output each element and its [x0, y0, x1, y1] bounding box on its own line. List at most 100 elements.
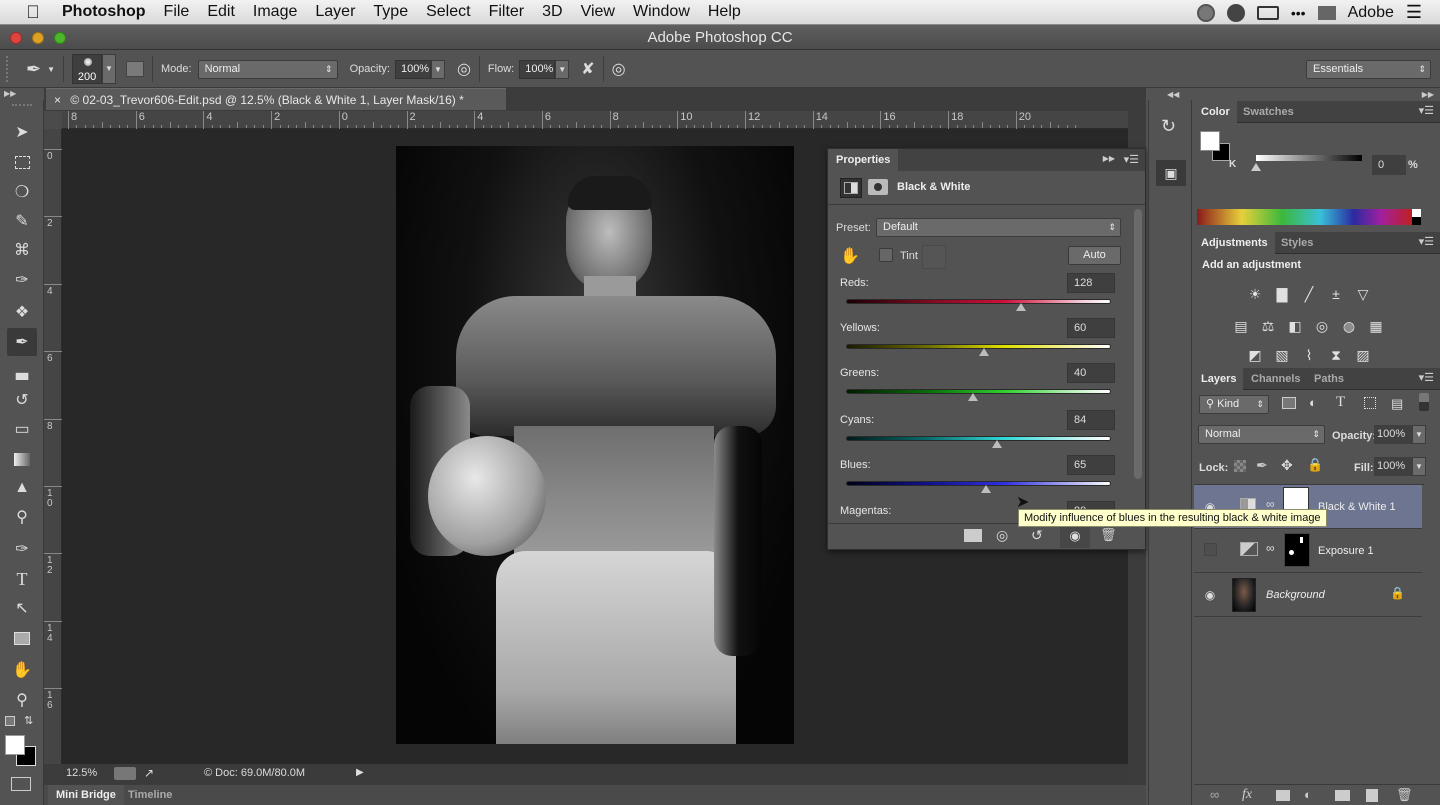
fill-dropdown[interactable]: ▼ [1412, 457, 1426, 476]
swap-colors-icon[interactable]: ⇅ [24, 714, 33, 727]
preset-select[interactable]: Default ⇕ [876, 218, 1121, 237]
menu-window[interactable]: Window [633, 3, 690, 21]
white-black-swatches[interactable] [1412, 209, 1421, 225]
link-layers-icon[interactable]: ∞ [1210, 787, 1219, 802]
hue-saturation-icon[interactable]: ▤ [1232, 318, 1250, 334]
share-icon[interactable]: ↗ [144, 766, 154, 780]
tab-properties[interactable]: Properties [828, 149, 899, 171]
toggle-visibility-icon[interactable]: ◉ [1060, 525, 1090, 548]
lock-all-icon[interactable]: 🔒 [1307, 457, 1323, 473]
slider-thumb[interactable] [968, 393, 979, 401]
k-slider-track[interactable] [1256, 155, 1362, 161]
curves-icon[interactable]: ╱ [1300, 286, 1318, 302]
history-panel-icon[interactable]: ↻ [1161, 116, 1176, 137]
quick-selection-tool[interactable]: ✎ [7, 207, 37, 235]
eyedropper-tool[interactable]: ✑ [7, 266, 37, 294]
new-group-icon[interactable] [1335, 790, 1350, 801]
menu-view[interactable]: View [581, 3, 615, 21]
k-slider-thumb[interactable] [1251, 163, 1261, 171]
menu-3d[interactable]: 3D [542, 3, 562, 21]
filter-pixel-icon[interactable] [1282, 397, 1296, 409]
posterize-icon[interactable]: ▧ [1273, 347, 1291, 363]
slider-thumb[interactable] [981, 485, 992, 493]
levels-icon[interactable]: ▇ [1273, 286, 1291, 302]
panel-menu-icon[interactable]: ▾☰ [1419, 371, 1434, 384]
move-tool[interactable]: ➤ [7, 118, 37, 146]
pressure-opacity-icon[interactable]: ◎ [457, 59, 471, 79]
slider-track[interactable] [846, 436, 1111, 441]
visibility-eye-icon[interactable]: ◉ [1202, 587, 1218, 603]
menu-edit[interactable]: Edit [207, 3, 235, 21]
lock-image-icon[interactable]: ✒ [1256, 457, 1268, 474]
status-menu-arrow[interactable]: ▶ [356, 767, 364, 778]
vertical-ruler[interactable]: 0 2 4 6 8 10 12 14 16 [44, 129, 62, 764]
slider-value-input[interactable]: 60 [1067, 318, 1115, 338]
zoom-window-button[interactable] [54, 32, 66, 44]
crop-tool[interactable]: ⌘ [7, 236, 37, 264]
close-document-icon[interactable]: × [54, 93, 61, 107]
menu-select[interactable]: Select [426, 3, 470, 21]
flow-dropdown[interactable]: ▼ [555, 59, 570, 79]
brightness-contrast-icon[interactable]: ☀ [1246, 286, 1264, 302]
opacity-dropdown[interactable]: ▼ [430, 59, 445, 79]
slider-value-input[interactable]: 84 [1067, 410, 1115, 430]
channel-mixer-icon[interactable]: ◍ [1340, 318, 1358, 334]
tab-styles[interactable]: Styles [1274, 232, 1320, 254]
invert-icon[interactable]: ◩ [1246, 347, 1264, 363]
slider-value-input[interactable]: 40 [1067, 363, 1115, 383]
tool-preset-dropdown[interactable]: ▼ [47, 65, 55, 74]
lock-position-icon[interactable]: ✥ [1281, 457, 1293, 474]
3d-panel-icon[interactable]: ▣ [1156, 160, 1186, 186]
tab-swatches[interactable]: Swatches [1236, 101, 1301, 123]
delete-adjustment-icon[interactable]: 🗑 [1100, 527, 1117, 543]
clip-to-layer-icon[interactable] [964, 529, 982, 542]
layer-opacity-dropdown[interactable]: ▼ [1412, 425, 1426, 444]
foreground-color-swatch[interactable] [5, 735, 25, 755]
selective-color-icon[interactable]: ⧗ [1327, 347, 1345, 363]
color-lookup-icon[interactable]: ▦ [1367, 318, 1385, 334]
brush-size-picker[interactable]: 200 [72, 54, 103, 84]
notification-list-icon[interactable]: ☰ [1406, 2, 1422, 23]
pressure-size-icon[interactable]: ◎ [612, 59, 626, 79]
fill-input[interactable]: 100% [1374, 457, 1412, 476]
ruler-origin[interactable] [44, 111, 62, 129]
default-colors-icon[interactable] [5, 716, 15, 726]
panel-menu-icon[interactable]: ▾☰ [1419, 235, 1434, 248]
zoom-tool[interactable]: ⚲ [7, 686, 37, 714]
black-white-icon[interactable]: ◧ [1286, 318, 1304, 334]
filter-adjustment-icon[interactable]: ◐ [1309, 395, 1317, 410]
airbrush-icon[interactable]: ✘ [581, 59, 594, 79]
lock-transparent-icon[interactable] [1234, 460, 1246, 472]
layer-exposure-1[interactable]: ∞ Exposure 1 [1194, 529, 1422, 573]
mask-icon[interactable] [868, 179, 888, 195]
flow-input[interactable]: 100% [519, 59, 556, 79]
slider-thumb[interactable] [1015, 303, 1026, 311]
collapse-dock-icon[interactable]: ◀◀ [1167, 90, 1179, 99]
collapse-toolbar-icon[interactable]: ▶▶ [4, 89, 16, 98]
minimize-window-button[interactable] [32, 32, 44, 44]
workspace-select[interactable]: Essentials ⇕ [1306, 60, 1431, 79]
opacity-input[interactable]: 100% [394, 59, 431, 79]
blur-tool[interactable]: ▲ [7, 474, 37, 502]
screen-record-icon[interactable] [1256, 5, 1279, 20]
foreground-color-swatch[interactable] [1200, 131, 1220, 151]
adobe-label[interactable]: Adobe [1348, 4, 1394, 22]
menu-file[interactable]: File [164, 3, 190, 21]
tab-adjustments[interactable]: Adjustments [1194, 232, 1275, 254]
hand-tool[interactable]: ✋ [7, 656, 37, 684]
menu-app-name[interactable]: Photoshop [62, 3, 146, 21]
layer-style-fx-icon[interactable]: fx [1242, 787, 1252, 803]
tab-channels[interactable]: Channels [1244, 368, 1308, 390]
gradient-tool[interactable] [7, 445, 37, 473]
slider-thumb[interactable] [978, 348, 989, 356]
apple-icon[interactable]:  [22, 2, 44, 22]
display-icon[interactable] [1317, 5, 1336, 20]
panel-menu-icon[interactable]: ▾☰ [1124, 153, 1139, 166]
new-adjustment-layer-icon[interactable]: ◐ [1304, 787, 1312, 802]
more-icon[interactable]: ••• [1291, 5, 1306, 21]
quick-mask-icon[interactable] [11, 777, 31, 791]
add-mask-icon[interactable] [1276, 790, 1290, 801]
delete-layer-icon[interactable]: 🗑 [1396, 787, 1413, 803]
brush-picker-dropdown[interactable]: ▼ [102, 54, 117, 84]
close-window-button[interactable] [10, 32, 22, 44]
